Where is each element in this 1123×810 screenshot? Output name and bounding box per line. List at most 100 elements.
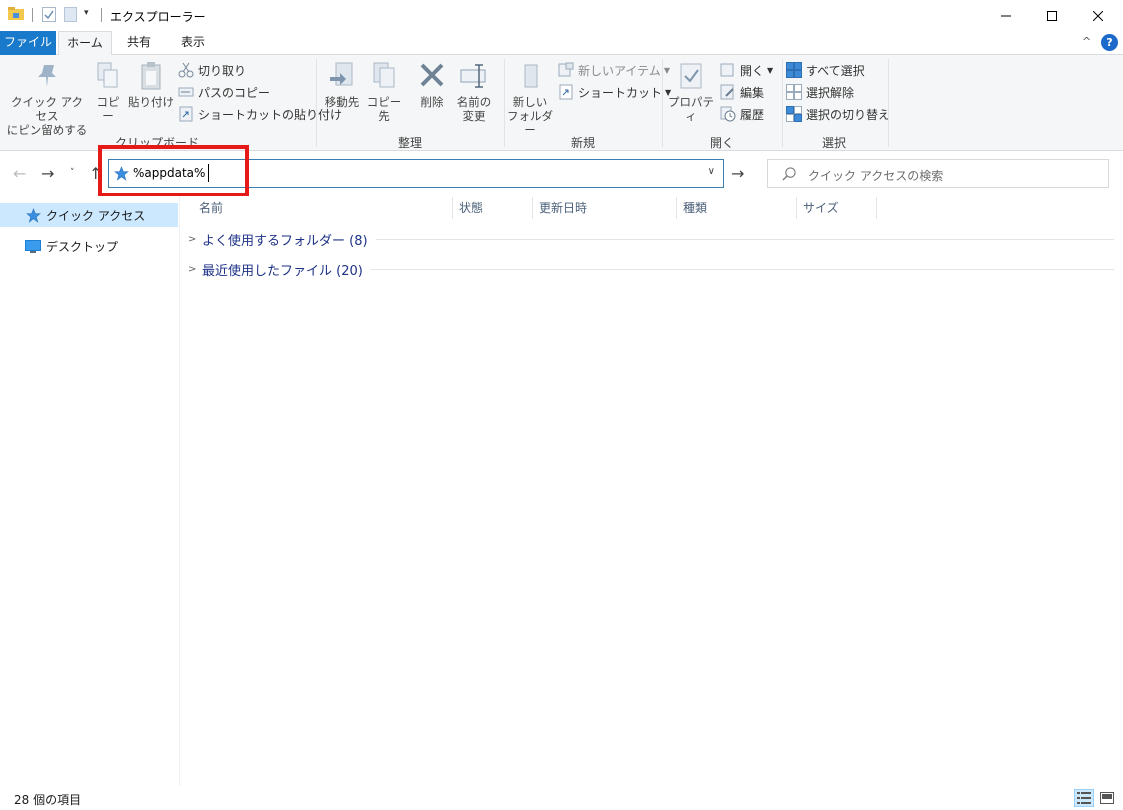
- properties-check-icon[interactable]: [42, 7, 56, 22]
- ribbon-tabs: ファイル ホーム 共有 表示 ^ ?: [0, 31, 1123, 56]
- toolbar-separator: [32, 8, 33, 22]
- clipboard-group: クイック アクセス にピン留めする コピー 貼り付け 切り取り パスのコピー シ…: [0, 55, 342, 151]
- move-to-button[interactable]: 移動先: [322, 61, 362, 109]
- organize-group: 移動先 コピー先 削除 名前の 変更 整理: [318, 55, 502, 151]
- delete-x-icon: [420, 63, 444, 87]
- column-separator[interactable]: [876, 197, 877, 219]
- nav-item-quick-access[interactable]: クイック アクセス: [0, 203, 178, 227]
- copy-path-icon: [178, 87, 194, 97]
- customize-toolbar-dropdown-icon[interactable]: ▾: [84, 8, 89, 18]
- maximize-icon: [1047, 10, 1057, 21]
- invert-selection-icon: [786, 106, 802, 122]
- large-icons-view-icon: [1100, 792, 1114, 804]
- cut-button[interactable]: 切り取り: [178, 60, 246, 80]
- delete-button[interactable]: 削除: [414, 61, 450, 109]
- edit-icon: [720, 84, 734, 100]
- details-view-button[interactable]: [1074, 789, 1094, 807]
- invert-selection-button[interactable]: 選択の切り替え: [786, 104, 890, 124]
- copy-to-label: コピー先: [366, 95, 402, 123]
- chevron-down-icon: ▼: [767, 65, 774, 75]
- go-button[interactable]: →: [731, 164, 744, 183]
- group-divider: [375, 238, 1114, 240]
- paste-icon: [141, 62, 161, 90]
- group-title: よく使用するフォルダー (8): [202, 233, 368, 249]
- select-all-label: すべて選択: [806, 63, 865, 78]
- column-separator[interactable]: [796, 197, 797, 219]
- large-icons-view-button[interactable]: [1097, 789, 1117, 807]
- paste-shortcut-icon: [179, 106, 193, 122]
- address-dropdown-icon[interactable]: ∨: [708, 166, 715, 177]
- new-folder-label-line2: フォルダー: [507, 109, 553, 137]
- new-group-label: 新規: [570, 136, 595, 150]
- history-button[interactable]: 履歴: [720, 104, 764, 124]
- collapse-ribbon-icon[interactable]: ^: [1082, 35, 1091, 48]
- file-explorer-icon[interactable]: [8, 7, 24, 20]
- select-group-label: 選択: [821, 136, 846, 150]
- rename-icon: [460, 64, 486, 88]
- column-header-date-modified[interactable]: 更新日時: [539, 196, 587, 220]
- column-separator[interactable]: [532, 197, 533, 219]
- column-header-size[interactable]: サイズ: [803, 196, 839, 220]
- back-button[interactable]: ←: [13, 164, 26, 183]
- help-icon[interactable]: ?: [1101, 34, 1118, 51]
- paste-button[interactable]: 貼り付け: [128, 61, 174, 109]
- copy-to-button[interactable]: コピー先: [364, 61, 404, 123]
- tab-view[interactable]: 表示: [170, 31, 216, 55]
- properties-icon: [680, 63, 702, 89]
- window-title: エクスプローラー: [110, 10, 206, 24]
- group-separator: [888, 59, 889, 147]
- new-folder-button[interactable]: 新しい フォルダー: [506, 61, 554, 137]
- chevron-right-icon: >: [188, 233, 197, 245]
- recent-locations-dropdown[interactable]: ˅: [70, 168, 75, 178]
- open-button[interactable]: 開く ▼: [720, 60, 773, 80]
- edit-button[interactable]: 編集: [720, 82, 764, 102]
- group-header-frequent-folders[interactable]: > よく使用するフォルダー (8): [188, 228, 1114, 250]
- open-group-label: 開く: [709, 136, 734, 150]
- nav-item-desktop[interactable]: デスクトップ: [0, 234, 178, 258]
- open-label: 開く: [740, 63, 765, 78]
- minimize-icon: [1001, 15, 1011, 16]
- search-icon: [782, 167, 796, 181]
- column-separator[interactable]: [452, 197, 453, 219]
- column-header-status[interactable]: 状態: [459, 196, 483, 220]
- pin-to-quick-access-button[interactable]: クイック アクセス にピン留めする: [6, 61, 88, 137]
- title-bar: ▾ エクスプローラー: [0, 0, 1123, 31]
- invert-selection-label: 選択の切り替え: [806, 107, 891, 122]
- column-separator[interactable]: [676, 197, 677, 219]
- history-label: 履歴: [740, 107, 765, 122]
- easy-access-shortcut-button[interactable]: ショートカット ▼: [558, 82, 671, 102]
- properties-button[interactable]: プロパティ: [666, 61, 716, 123]
- minimize-button[interactable]: [983, 0, 1029, 31]
- column-header-name[interactable]: 名前: [199, 196, 223, 220]
- new-folder-label-line1: 新しい: [512, 95, 548, 109]
- move-to-icon: [330, 62, 353, 86]
- scissors-icon: [178, 62, 194, 78]
- pin-label-line1: クイック アクセス: [10, 95, 84, 123]
- maximize-button[interactable]: [1029, 0, 1075, 31]
- group-header-recent-files[interactable]: > 最近使用したファイル (20): [188, 258, 1114, 280]
- open-group: プロパティ 開く ▼ 編集 履歴 開く: [664, 55, 780, 151]
- status-bar: 28 個の項目: [0, 786, 1123, 810]
- new-folder-icon[interactable]: [64, 7, 77, 22]
- group-separator: [316, 59, 317, 147]
- tab-home[interactable]: ホーム: [58, 31, 112, 56]
- select-all-button[interactable]: すべて選択: [786, 60, 865, 80]
- navigation-pane: クイック アクセス デスクトップ: [0, 196, 180, 786]
- item-count: 28 個の項目: [14, 793, 82, 807]
- forward-button[interactable]: →: [41, 164, 54, 183]
- group-separator: [782, 59, 783, 147]
- close-button[interactable]: [1075, 0, 1121, 31]
- new-item-button[interactable]: 新しいアイテム ▼: [558, 60, 670, 80]
- select-group: すべて選択 選択解除 選択の切り替え 選択: [784, 55, 890, 151]
- rename-button[interactable]: 名前の 変更: [452, 61, 496, 123]
- select-all-icon: [786, 62, 802, 78]
- select-none-label: 選択解除: [806, 85, 855, 100]
- column-header-type[interactable]: 種類: [683, 196, 707, 220]
- copy-button[interactable]: コピー: [92, 61, 124, 123]
- copy-path-button[interactable]: パスのコピー: [178, 82, 270, 102]
- tab-file[interactable]: ファイル: [0, 31, 56, 55]
- tab-share[interactable]: 共有: [116, 31, 162, 55]
- search-box[interactable]: クイック アクセスの検索: [767, 159, 1109, 188]
- group-title: 最近使用したファイル (20): [202, 263, 363, 279]
- select-none-button[interactable]: 選択解除: [786, 82, 854, 102]
